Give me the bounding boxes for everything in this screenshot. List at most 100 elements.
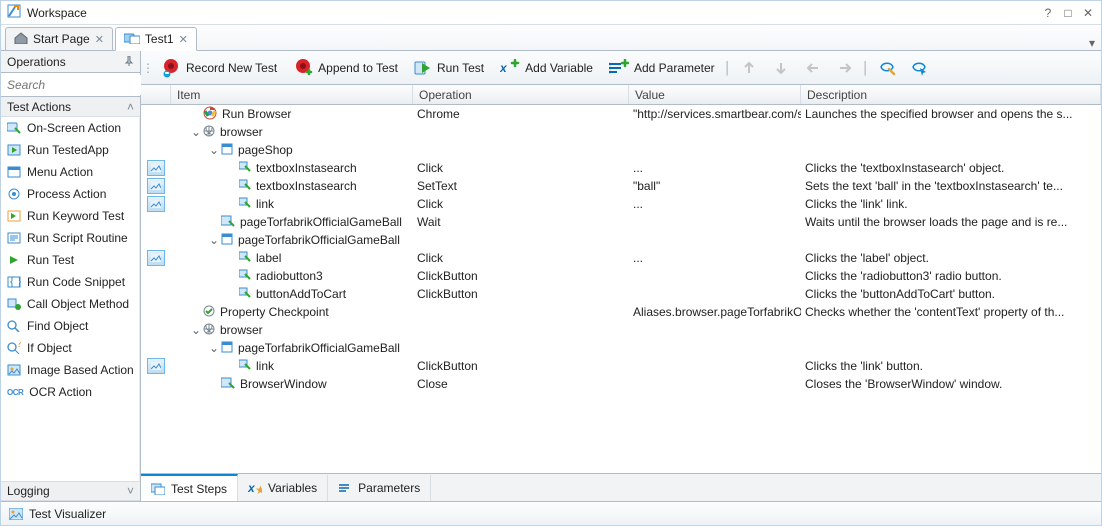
value-cell[interactable]: [629, 141, 801, 159]
tab-variables[interactable]: x★ Variables: [238, 475, 328, 501]
value-cell[interactable]: "http://services.smartbear.com/sample...: [629, 105, 801, 123]
grid-row[interactable]: Run BrowserChrome"http://services.smartb…: [141, 105, 1101, 123]
value-cell[interactable]: ...: [629, 195, 801, 213]
item-cell[interactable]: ⌄pageShop: [171, 141, 413, 159]
description-cell[interactable]: [801, 321, 1101, 339]
run-test-button[interactable]: Run Test: [408, 54, 490, 82]
toolbar-grip[interactable]: ⋮: [145, 57, 151, 79]
grid-header-operation[interactable]: Operation: [413, 85, 629, 104]
grid-body[interactable]: Run BrowserChrome"http://services.smartb…: [141, 105, 1101, 473]
operation-cell[interactable]: [413, 303, 629, 321]
op-menu-action[interactable]: Menu Action: [1, 161, 139, 183]
op-find-object[interactable]: Find Object: [1, 315, 139, 337]
tab-test1[interactable]: Test1 ✕: [115, 27, 197, 51]
op-run-test[interactable]: Run Test: [1, 249, 139, 271]
item-cell[interactable]: link: [171, 357, 413, 375]
close-icon[interactable]: ✕: [179, 33, 188, 46]
grid-header-value[interactable]: Value: [629, 85, 801, 104]
grid-row[interactable]: linkClick...Clicks the 'link' link.: [141, 195, 1101, 213]
description-cell[interactable]: Waits until the browser loads the page a…: [801, 213, 1101, 231]
operation-cell[interactable]: Click: [413, 249, 629, 267]
help-button[interactable]: ?: [1041, 6, 1055, 20]
description-cell[interactable]: Closes the 'BrowserWindow' window.: [801, 375, 1101, 393]
description-cell[interactable]: [801, 231, 1101, 249]
thumbnail-icon[interactable]: [147, 250, 165, 266]
grid-row[interactable]: ⌄browser: [141, 321, 1101, 339]
grid-row[interactable]: ⌄pageTorfabrikOfficialGameBall: [141, 339, 1101, 357]
value-cell[interactable]: [629, 285, 801, 303]
grid-row[interactable]: labelClick...Clicks the 'label' object.: [141, 249, 1101, 267]
thumbnail-icon[interactable]: [147, 196, 165, 212]
operation-cell[interactable]: Chrome: [413, 105, 629, 123]
operation-cell[interactable]: [413, 123, 629, 141]
group-logging[interactable]: Logging ˅: [1, 481, 140, 501]
description-cell[interactable]: Clicks the 'buttonAddToCart' button.: [801, 285, 1101, 303]
item-cell[interactable]: textboxInstasearch: [171, 159, 413, 177]
op-on-screen-action[interactable]: On-Screen Action: [1, 117, 139, 139]
group-test-actions[interactable]: Test Actions ˄: [1, 97, 140, 117]
operation-cell[interactable]: Click: [413, 159, 629, 177]
description-cell[interactable]: Sets the text 'ball' in the 'textboxInst…: [801, 177, 1101, 195]
value-cell[interactable]: [629, 375, 801, 393]
thumbnail-icon[interactable]: [147, 160, 165, 176]
close-icon[interactable]: ✕: [95, 33, 104, 46]
item-cell[interactable]: radiobutton3: [171, 267, 413, 285]
report-button-1[interactable]: [873, 54, 901, 82]
expander-icon[interactable]: ⌄: [191, 125, 201, 139]
grid-row[interactable]: textboxInstasearchClick...Clicks the 'te…: [141, 159, 1101, 177]
operation-cell[interactable]: ClickButton: [413, 357, 629, 375]
maximize-button[interactable]: □: [1061, 6, 1075, 20]
grid-row[interactable]: radiobutton3ClickButton Clicks the 'radio…: [141, 267, 1101, 285]
expander-icon[interactable]: ⌄: [209, 233, 219, 247]
value-cell[interactable]: ...: [629, 159, 801, 177]
description-cell[interactable]: Clicks the 'textboxInstasearch' object.: [801, 159, 1101, 177]
tab-overflow-button[interactable]: ▾: [1083, 36, 1101, 50]
grid-row[interactable]: buttonAddToCartClickButtonClicks the 'bu…: [141, 285, 1101, 303]
value-cell[interactable]: [629, 267, 801, 285]
tab-parameters[interactable]: Parameters: [328, 475, 431, 501]
record-new-test-button[interactable]: Record New Test: [155, 54, 283, 82]
operation-cell[interactable]: [413, 141, 629, 159]
grid-header-description[interactable]: Description: [801, 85, 1101, 104]
item-cell[interactable]: ⌄browser: [171, 321, 413, 339]
operation-cell[interactable]: Wait: [413, 213, 629, 231]
value-cell[interactable]: [629, 213, 801, 231]
description-cell[interactable]: Clicks the 'radiobutton3' radio button.: [801, 267, 1101, 285]
item-cell[interactable]: textboxInstasearch: [171, 177, 413, 195]
value-cell[interactable]: "ball": [629, 177, 801, 195]
item-cell[interactable]: pageTorfabrikOfficialGameBall: [171, 213, 413, 231]
op-run-keyword-test[interactable]: Run Keyword Test: [1, 205, 139, 227]
thumbnail-icon[interactable]: [147, 178, 165, 194]
grid-header-item[interactable]: Item: [171, 85, 413, 104]
grid-row[interactable]: pageTorfabrikOfficialGameBallWait Waits u…: [141, 213, 1101, 231]
grid-row[interactable]: ⌄pageShop: [141, 141, 1101, 159]
operation-cell[interactable]: [413, 231, 629, 249]
pin-icon[interactable]: [124, 55, 134, 69]
grid-row[interactable]: ⌄pageTorfabrikOfficialGameBall: [141, 231, 1101, 249]
operation-cell[interactable]: ClickButton: [413, 267, 629, 285]
op-image-based-action[interactable]: Image Based Action: [1, 359, 139, 381]
item-cell[interactable]: Run Browser: [171, 105, 413, 123]
description-cell[interactable]: [801, 123, 1101, 141]
report-button-2[interactable]: [905, 54, 933, 82]
expander-icon[interactable]: ⌄: [209, 143, 219, 157]
value-cell[interactable]: [629, 339, 801, 357]
grid-row[interactable]: textboxInstasearchSetText"ball"Sets the …: [141, 177, 1101, 195]
description-cell[interactable]: Clicks the 'link' button.: [801, 357, 1101, 375]
op-ocr-action[interactable]: OCROCR Action: [1, 381, 139, 403]
description-cell[interactable]: Launches the specified browser and opens…: [801, 105, 1101, 123]
value-cell[interactable]: [629, 321, 801, 339]
tab-start-page[interactable]: Start Page ✕: [5, 27, 113, 51]
operation-cell[interactable]: Click: [413, 195, 629, 213]
op-call-object-method[interactable]: Call Object Method: [1, 293, 139, 315]
close-button[interactable]: ✕: [1081, 6, 1095, 20]
test-visualizer-bar[interactable]: Test Visualizer: [1, 501, 1101, 525]
item-cell[interactable]: label: [171, 249, 413, 267]
item-cell[interactable]: buttonAddToCart: [171, 285, 413, 303]
value-cell[interactable]: [629, 123, 801, 141]
value-cell[interactable]: ...: [629, 249, 801, 267]
value-cell[interactable]: [629, 357, 801, 375]
description-cell[interactable]: Clicks the 'link' link.: [801, 195, 1101, 213]
item-cell[interactable]: link: [171, 195, 413, 213]
move-down-button[interactable]: [767, 54, 795, 82]
